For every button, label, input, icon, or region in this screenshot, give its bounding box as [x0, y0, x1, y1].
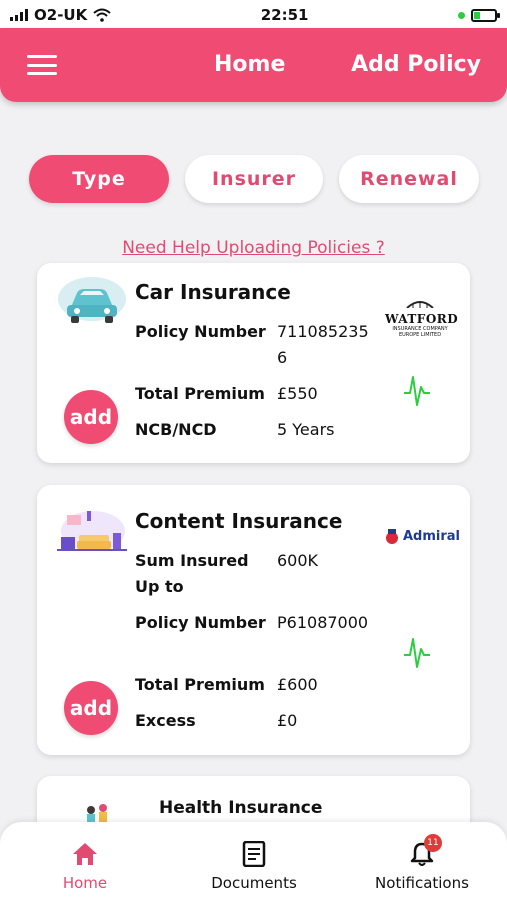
add-button[interactable]: add [64, 681, 118, 735]
sum-insured-label: Sum Insured Up to [135, 551, 249, 596]
hamburger-menu-icon[interactable] [27, 55, 57, 75]
filter-type-button[interactable]: Type [29, 155, 169, 203]
bell-icon: 11 [410, 834, 442, 868]
policy-card-content[interactable]: Content Insurance Admiral Sum Insured Up… [37, 485, 470, 755]
nav-home-link[interactable]: Home [214, 52, 285, 77]
tab-documents-label: Documents [211, 874, 297, 892]
app-header: Home Add Policy [0, 28, 507, 102]
wifi-icon [93, 8, 111, 22]
add-button[interactable]: add [64, 390, 118, 444]
watford-arch-icon [406, 301, 434, 309]
policy-number-label: Policy Number [135, 613, 266, 632]
policy-title: Car Insurance [135, 280, 291, 304]
tab-notifications-label: Notifications [375, 874, 469, 892]
living-room-icon [57, 511, 127, 551]
family-icon [87, 804, 107, 822]
help-uploading-link[interactable]: Need Help Uploading Policies ? [0, 238, 507, 258]
add-policy-link[interactable]: Add Policy [351, 52, 481, 77]
policy-number-value: 7110852356 [277, 322, 369, 367]
filter-renewal-button[interactable]: Renewal [339, 155, 479, 203]
pulse-icon[interactable] [402, 371, 432, 411]
total-premium-label: Total Premium [135, 384, 265, 403]
ncb-label: NCB/NCD [135, 420, 217, 439]
car-icon [58, 277, 126, 323]
tab-home-label: Home [62, 874, 108, 892]
total-premium-value: £600 [277, 675, 318, 694]
status-left: O2-UK [10, 6, 111, 24]
tab-home[interactable]: Home [54, 840, 116, 892]
pulse-icon[interactable] [402, 633, 432, 673]
tab-documents[interactable]: Documents [200, 840, 308, 892]
ncb-value: 5 Years [277, 420, 335, 439]
watford-logo: WATFORD INSURANCE COMPANY EUROPE LIMITED [385, 293, 458, 338]
admiral-logo: Admiral [383, 527, 460, 545]
total-premium-label: Total Premium [135, 675, 265, 694]
clock: 22:51 [260, 6, 309, 24]
policy-card-car[interactable]: Car Insurance WATFORD INSURANCE COMPANY … [37, 263, 470, 463]
filter-insurer-button[interactable]: Insurer [185, 155, 323, 203]
document-icon [242, 840, 266, 868]
status-bar: O2-UK 22:51 [0, 0, 507, 30]
carrier-label: O2-UK [34, 6, 88, 24]
total-premium-value: £550 [277, 384, 318, 403]
home-icon [72, 840, 98, 868]
admiral-helmet-icon [386, 529, 398, 544]
policy-title: Content Insurance [135, 509, 343, 533]
signal-icon [10, 9, 28, 21]
policy-number-value: P61087000 [277, 613, 369, 632]
policy-number-label: Policy Number [135, 322, 266, 341]
notification-badge: 11 [424, 834, 442, 852]
camera-indicator-dot [458, 11, 465, 19]
excess-label: Excess [135, 711, 196, 730]
sum-insured-value: 600K [277, 551, 319, 570]
battery-icon [471, 8, 500, 22]
tab-notifications[interactable]: 11 Notifications [366, 834, 478, 892]
bottom-nav: Home Documents 11 Notifications [0, 822, 507, 900]
status-right [458, 8, 500, 22]
policy-title: Health Insurance [159, 798, 323, 818]
excess-value: £0 [277, 711, 298, 730]
